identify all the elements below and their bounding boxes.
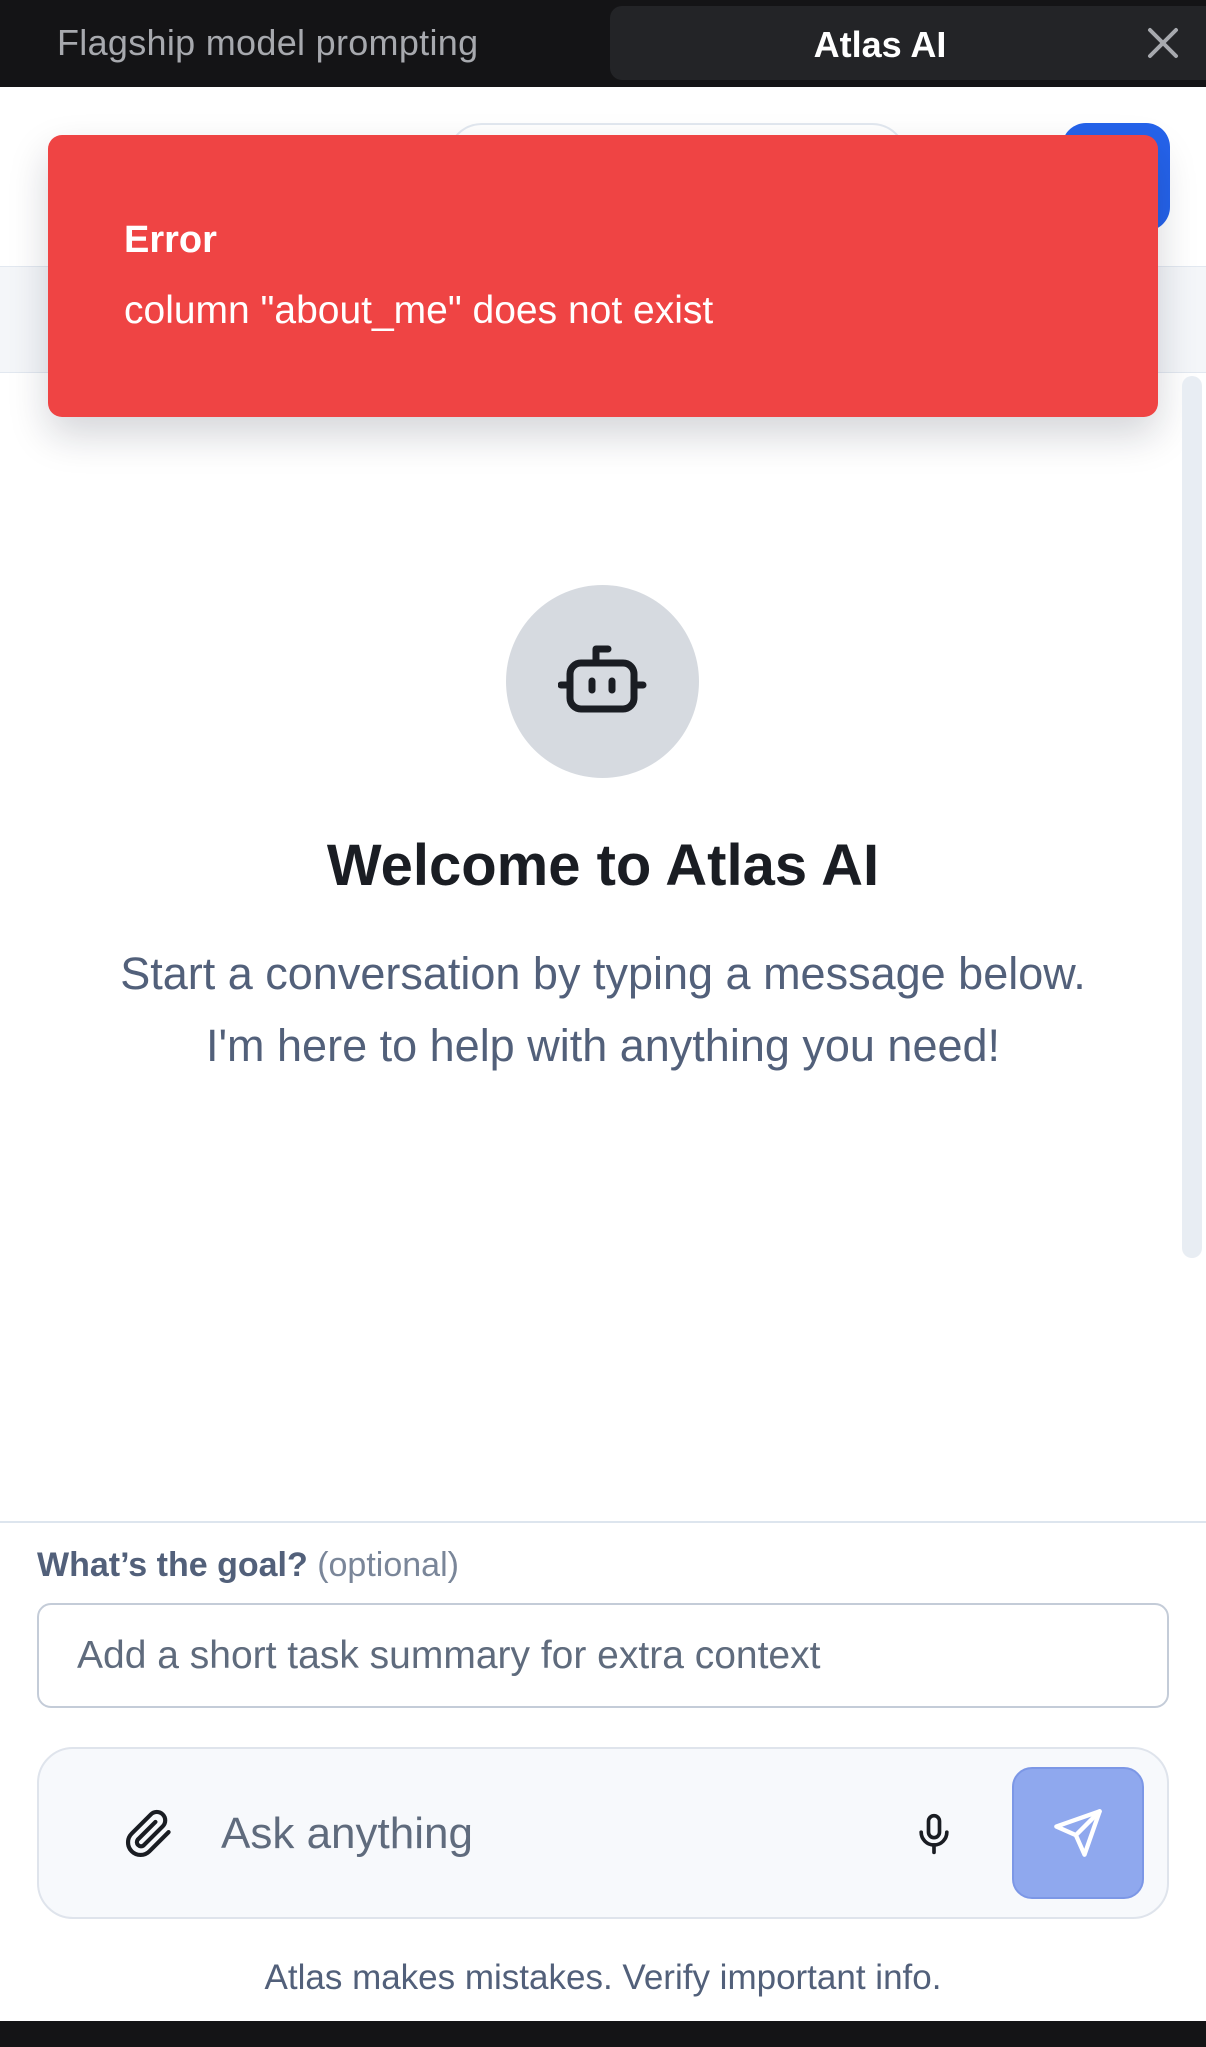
goal-label-text: What’s the goal? [37, 1546, 308, 1584]
welcome-subtitle: Start a conversation by typing a message… [60, 938, 1146, 1082]
message-composer [37, 1747, 1169, 1919]
tab-atlas-ai[interactable]: Atlas AI [610, 6, 1206, 80]
bottom-bar [0, 2021, 1206, 2047]
bot-icon [558, 645, 647, 713]
tab-flagship-model-prompting[interactable]: Flagship model prompting [57, 22, 478, 64]
welcome-subtitle-line-2: I'm here to help with anything you need! [205, 1020, 1001, 1071]
paperclip-icon [126, 1809, 171, 1857]
tab-bar: Flagship model prompting Atlas AI [0, 0, 1206, 87]
tab-atlas-ai-label: Atlas AI [813, 24, 947, 65]
toast-title: Error [124, 219, 217, 261]
goal-input[interactable] [37, 1603, 1169, 1708]
close-icon[interactable] [1142, 22, 1184, 64]
welcome-subtitle-line-1: Start a conversation by typing a message… [120, 948, 1086, 999]
goal-label: What’s the goal? (optional) [37, 1546, 459, 1585]
goal-optional-text: (optional) [317, 1546, 459, 1584]
error-toast[interactable]: Error column "about_me" does not exist [48, 135, 1158, 417]
bot-avatar [506, 585, 699, 778]
microphone-icon [919, 1813, 949, 1855]
message-input[interactable] [219, 1779, 879, 1889]
chat-scrollbar[interactable] [1182, 376, 1202, 1258]
attach-button[interactable] [104, 1789, 194, 1879]
composer-divider [0, 1521, 1206, 1523]
disclaimer-text: Atlas makes mistakes. Verify important i… [264, 1958, 942, 1997]
toast-message: column "about_me" does not exist [124, 289, 714, 332]
send-icon [1054, 1809, 1102, 1857]
microphone-button[interactable] [889, 1789, 979, 1879]
send-button[interactable] [1012, 1767, 1144, 1899]
welcome-title: Welcome to Atlas AI [326, 833, 880, 898]
